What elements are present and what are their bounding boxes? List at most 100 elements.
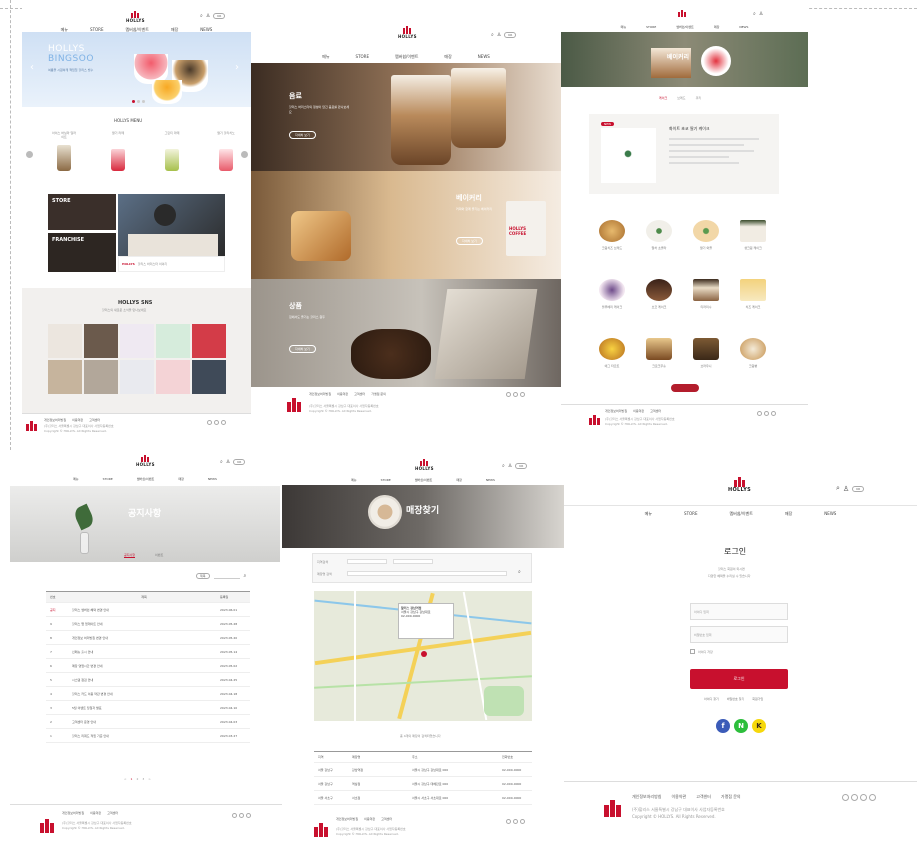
category-button[interactable]: 자세히 보기 — [289, 131, 316, 139]
product-item[interactable]: 치즈 케이크 — [730, 265, 776, 322]
sns-icon[interactable] — [232, 813, 237, 818]
footer-link[interactable]: 개인정보처리방침 — [309, 392, 331, 396]
footer-link[interactable]: 개인정보처리방침 — [44, 418, 66, 422]
nav-item[interactable]: STORE — [381, 478, 391, 482]
footer-link[interactable]: 가맹점 문의 — [721, 794, 741, 800]
category-button[interactable]: 자세히 보기 — [456, 237, 483, 245]
sns-icon[interactable] — [214, 420, 219, 425]
product-item[interactable]: 크림빵 — [730, 324, 776, 381]
sns-icon[interactable] — [869, 794, 876, 801]
nav-item[interactable]: 메뉴 — [645, 511, 652, 517]
table-row[interactable]: 공지 할리스 멤버쉽 혜택 변경 안내 2023.06.01 — [46, 603, 250, 617]
table-row[interactable]: 서울 강남구 역삼점 서울시 강남구 테헤란로 000 02-000-0000 — [314, 777, 532, 791]
nav-item[interactable]: 멤버쉽/이벤트 — [137, 477, 155, 481]
sns-icon[interactable] — [513, 819, 518, 824]
nav-item[interactable]: STORE — [356, 54, 369, 60]
lang-select[interactable]: KR — [504, 32, 517, 38]
sns-icon[interactable] — [851, 794, 858, 801]
row-title[interactable]: 할리스 멤버쉽 혜택 변경 안내 — [68, 608, 220, 612]
table-row[interactable]: 서울 서초구 서초점 서울시 서초구 서초대로 000 02-000-0000 — [314, 791, 532, 805]
category-bakery[interactable]: HOLLYS COFFEE 베이커리 커피와 함께 즐기는 베이커리 자세히 보… — [251, 171, 561, 279]
nav-item[interactable]: 매장 — [785, 511, 792, 517]
nav-item[interactable]: NEWS — [478, 54, 490, 60]
nav-item[interactable]: 매장 — [456, 478, 462, 482]
nav-item[interactable]: NEWS — [824, 511, 836, 517]
table-row[interactable]: 5 시스템 점검 안내 2023.04.25 — [46, 673, 250, 687]
footer-link[interactable]: 개인정보처리방침 — [62, 811, 84, 815]
row-title[interactable]: 시스템 점검 안내 — [68, 678, 220, 682]
footer-link[interactable]: 이용약관 — [633, 409, 644, 413]
find-password-link[interactable]: 비밀번호 찾기 — [727, 697, 745, 701]
sns-icon[interactable] — [771, 411, 776, 416]
footer-link[interactable]: 고객센터 — [89, 418, 100, 422]
sns-photo[interactable] — [48, 324, 82, 358]
category-goods[interactable]: 상품 집에서도 즐기는 할리스 원두 자세히 보기 — [251, 279, 561, 387]
subtab-event[interactable]: 이벤트 — [155, 553, 163, 558]
subtab-notice[interactable]: 공지사항 — [124, 553, 136, 558]
naver-login-icon[interactable]: N — [734, 719, 748, 733]
search-icon[interactable]: ⌕ — [502, 463, 505, 469]
user-icon[interactable]: ♙ — [759, 11, 763, 17]
user-icon[interactable]: ♙ — [226, 459, 230, 465]
footer-link[interactable]: 고객센터 — [354, 392, 365, 396]
table-row[interactable]: 9 할리스 앱 업데이트 안내 2023.05.28 — [46, 617, 250, 631]
more-products-button[interactable] — [671, 384, 699, 392]
sns-icon[interactable] — [207, 420, 212, 425]
product-item[interactable]: 크림치즈 브레드 — [589, 206, 635, 263]
footer-link[interactable]: 개인정보처리방침 — [632, 794, 661, 800]
nav-item[interactable]: STORE — [103, 477, 113, 481]
menu-item[interactable]: 딸기 할리치노 — [214, 131, 238, 171]
row-title[interactable]: 개인정보 처리방침 변경 안내 — [68, 636, 220, 640]
row-store-name[interactable]: 강남역점 — [352, 768, 412, 772]
footer-link[interactable]: 개인정보처리방침 — [605, 409, 627, 413]
tab-bread[interactable]: 브레드 — [677, 96, 685, 100]
user-icon[interactable]: ♙ — [508, 463, 512, 469]
footer-link[interactable]: 고객센터 — [650, 409, 661, 413]
row-title[interactable]: 5월 이벤트 당첨자 발표 — [68, 706, 220, 710]
nav-item[interactable]: 매장 — [444, 54, 451, 60]
product-item[interactable]: 브라우니 — [683, 324, 729, 381]
nav-item[interactable]: 메뉴 — [351, 478, 357, 482]
category-button[interactable]: 자세히 보기 — [289, 345, 316, 353]
header-logo[interactable]: HOLLYS — [136, 455, 155, 467]
row-title[interactable]: 할리스 카드 이용 약관 변경 안내 — [68, 692, 220, 696]
table-row[interactable]: 2 고객센터 운영 안내 2023.04.03 — [46, 715, 250, 729]
search-input[interactable] — [213, 574, 240, 579]
product-item[interactable]: 말차 쇼콜라 — [636, 206, 682, 263]
facebook-login-icon[interactable]: f — [716, 719, 730, 733]
store-card[interactable]: STORE — [48, 194, 116, 230]
sns-photo[interactable] — [156, 360, 190, 394]
search-icon[interactable]: ⌕ — [200, 13, 203, 19]
tab-cookie[interactable]: 쿠키 — [696, 96, 702, 100]
sns-icon[interactable] — [246, 813, 251, 818]
footer-link[interactable]: 가맹점 문의 — [371, 392, 386, 396]
header-logo[interactable]: HOLLYS — [126, 11, 145, 23]
row-title[interactable]: 고객센터 운영 안내 — [68, 720, 220, 724]
sns-photo[interactable] — [84, 324, 118, 358]
page-number[interactable]: 1 — [131, 777, 133, 781]
footer-link[interactable]: 이용약관 — [671, 794, 686, 800]
page-next[interactable]: > — [148, 777, 151, 781]
table-row[interactable]: 1 할리스 리워드 적립 기준 안내 2023.03.27 — [46, 729, 250, 743]
sns-photo[interactable] — [120, 324, 154, 358]
nav-item[interactable]: STORE — [646, 25, 656, 29]
nav-item[interactable]: NEWS — [208, 477, 217, 481]
product-item[interactable]: 딸기 와플 — [683, 206, 729, 263]
nav-item[interactable]: 매장 — [178, 477, 184, 481]
footer-link[interactable]: 이용약관 — [364, 817, 375, 821]
lang-select[interactable]: KR — [213, 13, 226, 19]
franchise-card[interactable]: FRANCHISE — [48, 233, 116, 272]
product-item[interactable]: 티라미수 — [683, 265, 729, 322]
nav-item[interactable]: 메뉴 — [73, 477, 79, 481]
featured-product[interactable]: NEW 화이트 초코 딸기 케이크 — [589, 114, 779, 194]
product-item[interactable]: 초코 케이크 — [636, 265, 682, 322]
row-title[interactable]: 매장 영업시간 변경 안내 — [68, 664, 220, 668]
search-icon[interactable]: ⌕ — [836, 484, 840, 493]
user-icon[interactable]: ♙ — [843, 485, 849, 493]
table-row[interactable]: 4 할리스 카드 이용 약관 변경 안내 2023.04.18 — [46, 687, 250, 701]
sns-icon[interactable] — [860, 794, 867, 801]
table-row[interactable]: 6 매장 영업시간 변경 안내 2023.05.02 — [46, 659, 250, 673]
row-title[interactable]: 할리스 앱 업데이트 안내 — [68, 622, 220, 626]
banner-prev-icon[interactable]: ‹ — [30, 62, 34, 73]
store-map[interactable]: 할리스 강남역점 서울시 강남구 강남대로 02-000-0000 — [314, 591, 532, 721]
